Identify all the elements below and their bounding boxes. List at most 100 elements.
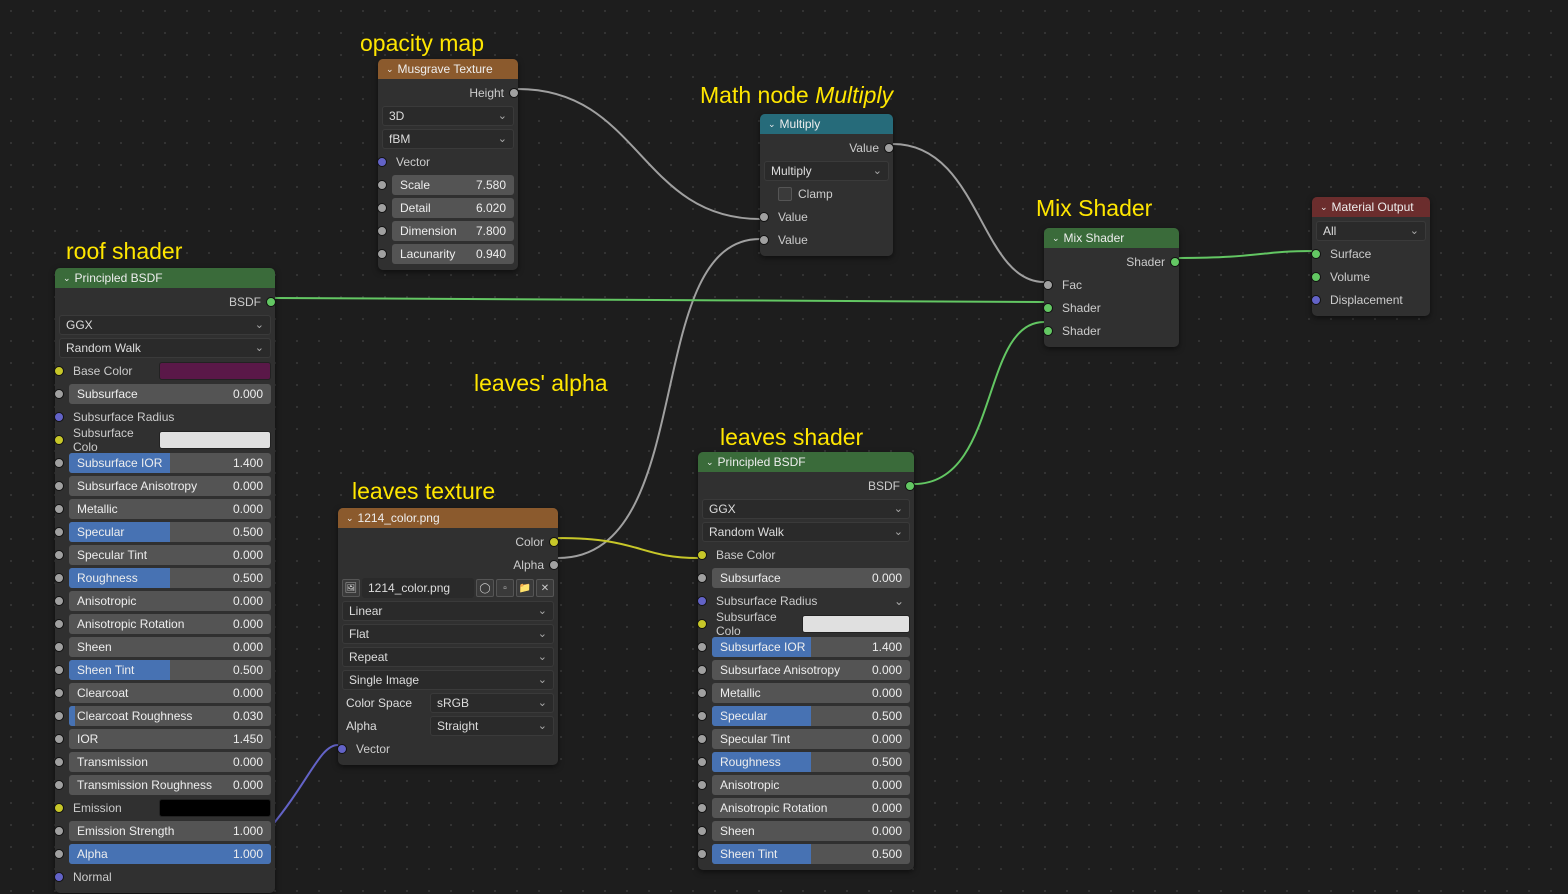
slider-aniso-rot[interactable]: Anisotropic Rotation0.000: [702, 798, 910, 818]
slider-subsurface-aniso[interactable]: Subsurface Anisotropy0.000: [702, 660, 910, 680]
interp-dropdown[interactable]: Linear: [342, 601, 554, 621]
input-value-1[interactable]: Value: [764, 207, 889, 227]
distribution-dropdown[interactable]: GGX: [59, 315, 271, 335]
input-vector[interactable]: Vector: [382, 152, 514, 172]
musgrave-dim-dropdown[interactable]: 3D: [382, 106, 514, 126]
input-subsurface-color[interactable]: Subsurface Colo: [59, 430, 271, 450]
node-title: Mix Shader: [1064, 228, 1125, 248]
distribution-dropdown[interactable]: GGX: [702, 499, 910, 519]
output-bsdf[interactable]: BSDF: [702, 476, 910, 496]
node-header[interactable]: ⌄Musgrave Texture: [378, 59, 518, 79]
subsurface-color-well[interactable]: [802, 615, 910, 633]
fake-user-icon[interactable]: ◯: [476, 579, 494, 597]
input-emission[interactable]: Emission: [59, 798, 271, 818]
subsurface-method-dropdown[interactable]: Random Walk: [702, 522, 910, 542]
slider-specular[interactable]: Specular0.500: [702, 706, 910, 726]
slider-clearcoat[interactable]: Clearcoat0.000: [59, 683, 271, 703]
slider-alpha[interactable]: Alpha1.000: [59, 844, 271, 864]
slider-specular-tint[interactable]: Specular Tint0.000: [702, 729, 910, 749]
projection-dropdown[interactable]: Flat: [342, 624, 554, 644]
slider-sheen[interactable]: Sheen0.000: [59, 637, 271, 657]
slider-ior[interactable]: IOR1.450: [59, 729, 271, 749]
input-surface[interactable]: Surface: [1316, 244, 1426, 264]
node-header[interactable]: ⌄1214_color.png: [338, 508, 558, 528]
open-image-icon[interactable]: 📁: [516, 579, 534, 597]
slider-subsurface[interactable]: Subsurface0.000: [59, 384, 271, 404]
subsurface-method-dropdown[interactable]: Random Walk: [59, 338, 271, 358]
slider-transmission-rough[interactable]: Transmission Roughness0.000: [59, 775, 271, 795]
output-alpha[interactable]: Alpha: [342, 555, 554, 575]
clamp-checkbox[interactable]: Clamp: [764, 184, 889, 204]
slider-subsurface-aniso[interactable]: Subsurface Anisotropy0.000: [59, 476, 271, 496]
image-icon[interactable]: 🖼: [342, 579, 360, 597]
node-title: Principled BSDF: [75, 268, 163, 288]
input-base-color[interactable]: Base Color: [59, 361, 271, 381]
slider-sheen-tint[interactable]: Sheen Tint0.500: [702, 844, 910, 864]
slider-metallic[interactable]: Metallic0.000: [59, 499, 271, 519]
slider-detail[interactable]: Detail6.020: [382, 198, 514, 218]
input-volume[interactable]: Volume: [1316, 267, 1426, 287]
node-material-output[interactable]: ⌄Material Output All Surface Volume Disp…: [1312, 197, 1430, 316]
node-multiply[interactable]: ⌄Multiply Value Multiply Clamp Value Val…: [760, 114, 893, 256]
input-subsurface-color[interactable]: Subsurface Colo: [702, 614, 910, 634]
slider-emission-strength[interactable]: Emission Strength1.000: [59, 821, 271, 841]
output-value[interactable]: Value: [764, 138, 889, 158]
input-base-color[interactable]: Base Color: [702, 545, 910, 565]
input-subsurface-radius[interactable]: Subsurface Radius⌄: [702, 591, 910, 611]
input-shader-1[interactable]: Shader: [1048, 298, 1175, 318]
base-color-well[interactable]: [159, 362, 271, 380]
slider-clearcoat-rough[interactable]: Clearcoat Roughness0.030: [59, 706, 271, 726]
slider-lacunarity[interactable]: Lacunarity0.940: [382, 244, 514, 264]
output-color[interactable]: Color: [342, 532, 554, 552]
node-header[interactable]: ⌄Multiply: [760, 114, 893, 134]
output-shader[interactable]: Shader: [1048, 252, 1175, 272]
node-header[interactable]: ⌄Mix Shader: [1044, 228, 1179, 248]
slider-subsurface[interactable]: Subsurface0.000: [702, 568, 910, 588]
input-fac[interactable]: Fac: [1048, 275, 1175, 295]
slider-specular[interactable]: Specular0.500: [59, 522, 271, 542]
input-displacement[interactable]: Displacement: [1316, 290, 1426, 310]
input-normal[interactable]: Normal: [59, 867, 271, 887]
node-mix-shader[interactable]: ⌄Mix Shader Shader Fac Shader Shader: [1044, 228, 1179, 347]
slider-sheen[interactable]: Sheen0.000: [702, 821, 910, 841]
source-dropdown[interactable]: Single Image: [342, 670, 554, 690]
emission-color-well[interactable]: [159, 799, 271, 817]
slider-specular-tint[interactable]: Specular Tint0.000: [59, 545, 271, 565]
node-principled-roof[interactable]: ⌄Principled BSDF BSDF GGX Random Walk Ba…: [55, 268, 275, 893]
unlink-icon[interactable]: ✕: [536, 579, 554, 597]
material-target-dropdown[interactable]: All: [1316, 221, 1426, 241]
extension-dropdown[interactable]: Repeat: [342, 647, 554, 667]
colorspace-dropdown[interactable]: sRGB: [430, 693, 554, 713]
slider-subsurface-ior[interactable]: Subsurface IOR1.400: [702, 637, 910, 657]
output-height[interactable]: Height: [382, 83, 514, 103]
node-header[interactable]: ⌄Principled BSDF: [698, 452, 914, 472]
node-header[interactable]: ⌄Principled BSDF: [55, 268, 275, 288]
input-vector[interactable]: Vector: [342, 739, 554, 759]
slider-metallic[interactable]: Metallic0.000: [702, 683, 910, 703]
image-filename-field[interactable]: 1214_color.png: [362, 578, 474, 598]
alpha-mode-dropdown[interactable]: Straight: [430, 716, 554, 736]
slider-anisotropic[interactable]: Anisotropic0.000: [59, 591, 271, 611]
slider-dimension[interactable]: Dimension7.800: [382, 221, 514, 241]
subsurface-color-well[interactable]: [159, 431, 271, 449]
musgrave-type-dropdown[interactable]: fBM: [382, 129, 514, 149]
slider-subsurface-ior[interactable]: Subsurface IOR1.400: [59, 453, 271, 473]
new-image-icon[interactable]: ▫: [496, 579, 514, 597]
input-value-2[interactable]: Value: [764, 230, 889, 250]
output-bsdf[interactable]: BSDF: [59, 292, 271, 312]
math-op-dropdown[interactable]: Multiply: [764, 161, 889, 181]
node-header[interactable]: ⌄Material Output: [1312, 197, 1430, 217]
label-roof-shader: roof shader: [66, 238, 182, 265]
slider-scale[interactable]: Scale7.580: [382, 175, 514, 195]
slider-roughness[interactable]: Roughness0.500: [702, 752, 910, 772]
slider-anisotropic[interactable]: Anisotropic0.000: [702, 775, 910, 795]
slider-sheen-tint[interactable]: Sheen Tint0.500: [59, 660, 271, 680]
slider-aniso-rotation[interactable]: Anisotropic Rotation0.000: [59, 614, 271, 634]
slider-transmission[interactable]: Transmission0.000: [59, 752, 271, 772]
node-image-texture[interactable]: ⌄1214_color.png Color Alpha 🖼 1214_color…: [338, 508, 558, 765]
input-subsurface-radius[interactable]: Subsurface Radius: [59, 407, 271, 427]
node-principled-leaves[interactable]: ⌄Principled BSDF BSDF GGX Random Walk Ba…: [698, 452, 914, 870]
slider-roughness[interactable]: Roughness0.500: [59, 568, 271, 588]
node-musgrave-texture[interactable]: ⌄Musgrave Texture Height 3D fBM Vector S…: [378, 59, 518, 270]
input-shader-2[interactable]: Shader: [1048, 321, 1175, 341]
